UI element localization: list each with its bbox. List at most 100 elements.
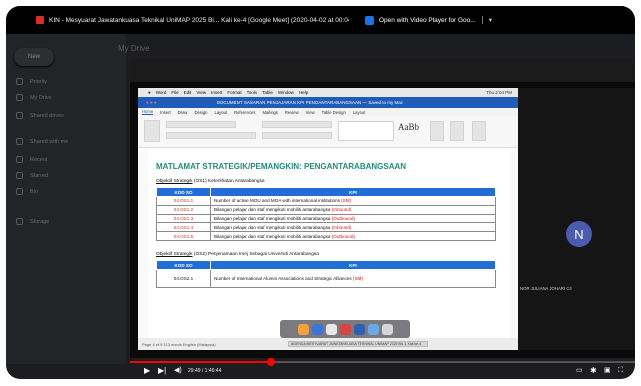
mail-icon <box>339 323 351 335</box>
kpi-text: Number of International Alumni Associati… <box>210 269 496 288</box>
table-row: 04.OS1.2 Bilangan pelajar dan staf mengi… <box>156 204 496 215</box>
sidebar-item-label: Priority <box>30 78 48 85</box>
tab-layout: Layout <box>214 109 228 115</box>
bin-icon <box>16 188 23 195</box>
kpi-note: (Inbound) <box>331 207 352 213</box>
drive-sidebar: New Priority My Drive Shared drives Shar… <box>6 34 126 364</box>
menu-word: Word <box>155 90 167 95</box>
table-row: 04.OS1.5 Bilangan pelajar dan staf mengi… <box>156 231 496 241</box>
column-header: KOD SO <box>156 260 211 270</box>
styles-gallery <box>338 121 394 141</box>
styles-pane-icon <box>430 121 444 141</box>
volume-icon[interactable]: ◀) <box>174 366 182 376</box>
menu-edit: Edit <box>183 90 192 95</box>
table-row: 04.OS2.1 Number of International Alumni … <box>156 269 496 288</box>
sidebar-item-shared-with-me[interactable]: Shared with me <box>16 138 68 145</box>
finder-icon <box>297 323 309 335</box>
sidebar-item-label: Shared with me <box>30 138 69 145</box>
kpi-code: 04.OS1.1 <box>156 196 211 206</box>
objective-code: (OS1) <box>193 179 207 184</box>
sidebar-item-label: My Drive <box>30 94 52 101</box>
taskbar-document-tab: AGENDA MESYUARAT JAWATANKUASA TEKNIKAL U… <box>288 341 428 347</box>
objective-text: Keterlihatan Antarabangsa <box>208 179 265 184</box>
tab-layout-table: Layout <box>352 109 366 115</box>
cloud-icon <box>16 218 23 225</box>
editor-icon <box>472 121 486 141</box>
next-icon[interactable]: ▶| <box>158 366 166 376</box>
play-icon[interactable]: ▶ <box>144 366 150 376</box>
sidebar-item-recent[interactable]: Recent <box>16 156 47 163</box>
table-row: 04.OS1.1 Number of active MOU and MOA wi… <box>156 196 496 206</box>
chevron-down-icon[interactable]: ▾ <box>481 16 492 24</box>
menu-window: Window <box>277 90 294 95</box>
new-button[interactable]: New <box>14 48 54 66</box>
objective-code: (OS2) <box>193 252 207 257</box>
video-player[interactable]: ● Word File Edit View Insert Format Tool… <box>130 58 635 358</box>
menu-table: Table <box>262 90 273 95</box>
sidebar-item-storage[interactable]: Storage <box>16 218 49 225</box>
kpi-code: 04.OS2.1 <box>156 269 211 288</box>
file-title: KIN - Mesyuarat Jawatankuasa Teknikal Un… <box>49 16 349 24</box>
sidebar-item-label: Storage <box>30 218 50 225</box>
mac-dock <box>280 320 410 338</box>
kpi-table-os2: KOD SO KPI 04.OS2.1 Number of Internatio… <box>156 260 496 288</box>
clock-icon <box>16 156 23 163</box>
video-progress-bar[interactable] <box>130 358 635 366</box>
zoom-icon <box>367 323 379 335</box>
kpi-description: Bilangan pelajar dan staf mengikuti mobi… <box>214 215 331 221</box>
kpi-description: Bilangan pelajar dan staf mengikuti mobi… <box>214 233 331 239</box>
paragraph-buttons <box>262 121 332 128</box>
time-display: 29:49 / 1:46:44 <box>188 368 222 374</box>
page-title: My Drive <box>118 44 150 53</box>
styles-sample: AaBb <box>398 122 419 132</box>
column-header: KPI <box>210 187 496 197</box>
fullscreen-icon[interactable]: ⛶ <box>618 366 623 376</box>
menu-file: File <box>171 90 179 95</box>
word-status-bar: Page 4 of 5 113 words English (Malaysia)… <box>138 338 518 350</box>
video-file-icon <box>36 16 44 24</box>
tab-draw: Draw <box>177 109 188 115</box>
trash-icon <box>381 323 393 335</box>
sidebar-item-shared-drives[interactable]: Shared drives <box>16 112 64 119</box>
miniplayer-icon[interactable]: ▣ <box>604 366 611 376</box>
objective-prefix: Objektif Strategik <box>156 252 193 257</box>
kpi-note: (SM) <box>341 198 352 204</box>
tab-home: Home <box>142 109 154 115</box>
kpi-code: 04.OS1.4 <box>156 222 211 233</box>
ribbon-toolbar: AaBb <box>138 116 518 148</box>
kpi-description: Bilangan pelajar dan staf mengikuti mobi… <box>214 207 331 213</box>
sidebar-item-label: Shared drives <box>30 112 64 119</box>
captions-icon[interactable]: ▭ <box>576 366 583 376</box>
menu-help: Help <box>298 90 309 95</box>
settings-gear-icon[interactable]: ✱ <box>590 366 597 376</box>
table-row: 04.OS1.4 Bilangan pelajar dan staf mengi… <box>156 222 496 233</box>
sidebar-item-bin[interactable]: Bin <box>16 188 38 195</box>
safari-icon <box>311 323 323 335</box>
kpi-note: (Outbound) <box>331 215 355 221</box>
font-format-buttons <box>166 132 256 139</box>
apple-icon: ● <box>148 90 151 95</box>
sidebar-item-starred[interactable]: Starred <box>16 172 48 179</box>
kpi-note: (Inbound) <box>331 224 352 230</box>
menu-view: View <box>196 90 207 95</box>
sidebar-item-priority[interactable]: Priority <box>16 78 47 85</box>
kpi-text: Bilangan pelajar dan staf mengikuti mobi… <box>210 204 496 215</box>
tab-view: View <box>305 109 315 115</box>
dictate-icon <box>450 121 464 141</box>
table-row: 04.OS1.3 Bilangan pelajar dan staf mengi… <box>156 213 496 224</box>
paste-icon <box>144 120 160 142</box>
kpi-text: Bilangan pelajar dan staf mengikuti mobi… <box>210 213 496 224</box>
open-with-label: Open with Video Player for Goo... <box>379 16 476 24</box>
video-letterbox-top <box>130 58 635 82</box>
menu-tools: Tools <box>246 90 258 95</box>
participant-tile: N NOR JULIANA JOHARI C4 <box>518 88 635 350</box>
objective-2-line: Objektif Strategik (OS2) Penjenamaan Ime… <box>156 252 319 257</box>
open-with-button[interactable]: Open with Video Player for Goo... ▾ <box>365 15 492 25</box>
column-header: KOD SO <box>156 187 211 197</box>
sidebar-item-my-drive[interactable]: My Drive <box>16 94 52 101</box>
document-canvas: MATLAMAT STRATEGIK/PEMANGKIN: PENGANTARA… <box>138 148 518 338</box>
tab-table-design: Table Design <box>321 109 346 115</box>
kpi-code: 04.OS1.2 <box>156 204 211 215</box>
tab-insert: Insert <box>160 109 171 115</box>
window-controls-icon: ● ● ● <box>146 100 157 105</box>
